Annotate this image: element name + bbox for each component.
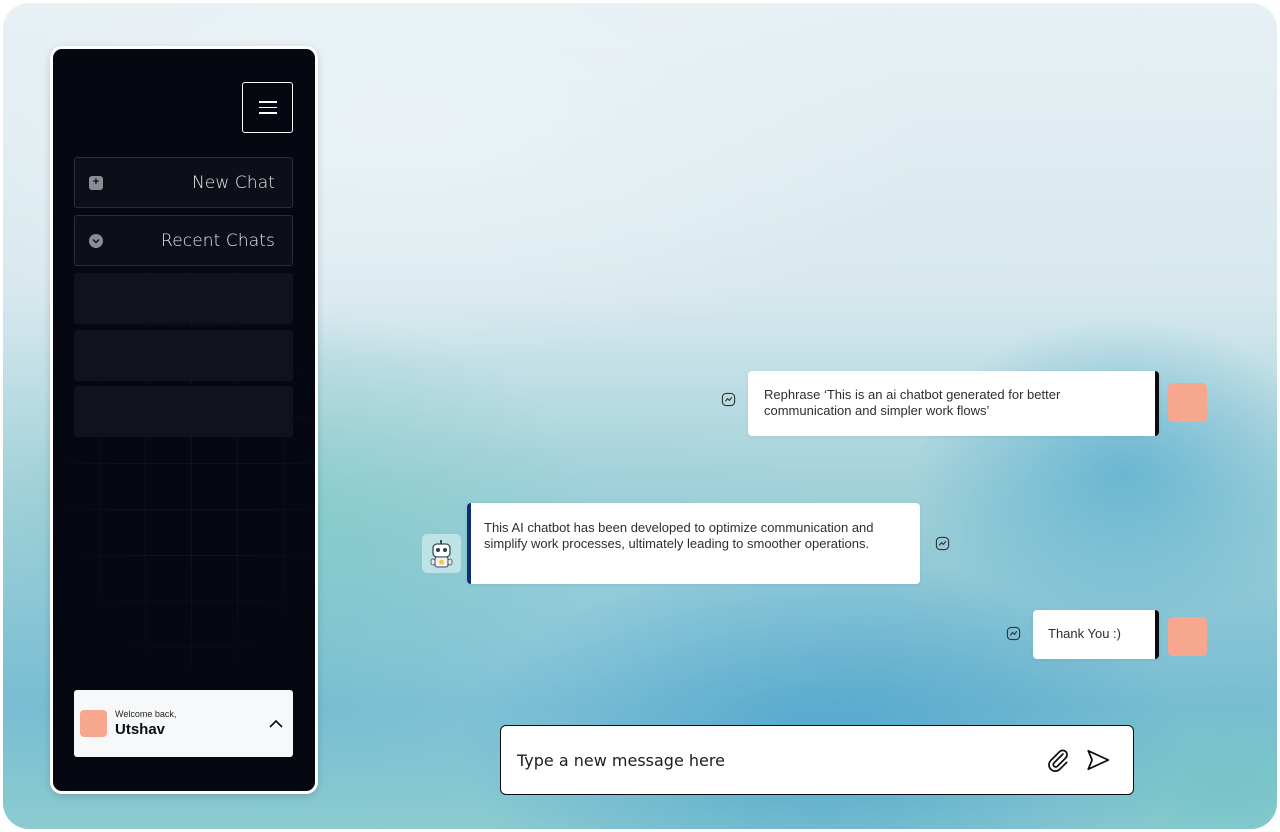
new-chat-button[interactable]: + New Chat (74, 157, 293, 208)
message-text: This AI chatbot has been developed to op… (484, 520, 874, 551)
hamburger-icon (258, 101, 277, 103)
welcome-text: Welcome back, (115, 709, 177, 719)
bot-message-bubble: This AI chatbot has been developed to op… (467, 503, 920, 584)
sidebar: + New Chat Recent Chats Welcome back, Ut… (50, 46, 318, 794)
message-input[interactable] (517, 750, 1031, 770)
chevron-down-circle-icon (89, 233, 103, 248)
react-icon[interactable] (1006, 626, 1021, 641)
recent-chat-item[interactable] (74, 386, 293, 437)
user-message-bubble: Rephrase ‘This is an ai chatbot generate… (748, 371, 1159, 436)
user-message-bubble: Thank You :) (1033, 610, 1159, 659)
recent-chats-label: Recent Chats (161, 230, 275, 251)
user-avatar (80, 710, 107, 737)
user-profile-card[interactable]: Welcome back, Utshav (74, 690, 293, 757)
send-icon[interactable] (1085, 747, 1111, 773)
hamburger-icon-line (258, 112, 277, 114)
hamburger-icon-line (258, 106, 277, 109)
recent-chat-item[interactable] (74, 330, 293, 381)
recent-chat-item[interactable] (74, 273, 293, 324)
react-icon[interactable] (721, 392, 736, 407)
user-info: Welcome back, Utshav (115, 708, 269, 739)
app-background: + New Chat Recent Chats Welcome back, Ut… (3, 3, 1277, 829)
user-avatar (1168, 383, 1207, 422)
plus-square-icon: + (89, 175, 103, 190)
bot-avatar (422, 534, 461, 573)
paperclip-icon[interactable] (1045, 747, 1071, 773)
menu-button[interactable] (242, 82, 293, 133)
user-avatar (1168, 617, 1207, 656)
new-chat-label: New Chat (191, 172, 275, 193)
user-name: Utshav (115, 721, 166, 738)
recent-chats-toggle[interactable]: Recent Chats (74, 215, 293, 266)
message-text: Rephrase ‘This is an ai chatbot generate… (764, 387, 1061, 418)
robot-icon (430, 540, 453, 568)
chevron-up-icon[interactable] (269, 719, 283, 728)
message-composer (500, 725, 1134, 795)
react-icon[interactable] (935, 536, 950, 551)
message-text: Thank You :) (1048, 626, 1121, 641)
